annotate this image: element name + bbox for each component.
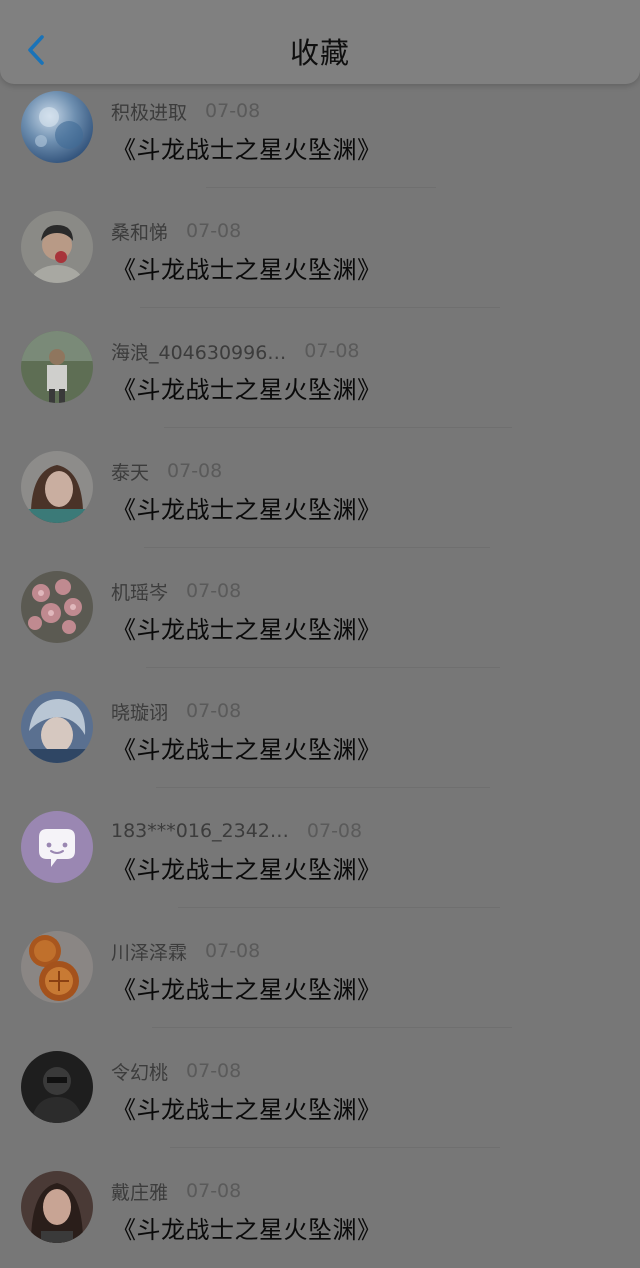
favorite-date: 07-08 <box>186 220 242 242</box>
top-navigation-bar: 收藏 <box>0 0 640 84</box>
favorite-date: 07-08 <box>205 100 261 122</box>
book-title[interactable]: 《斗龙战士之星火坠渊》 <box>112 250 382 285</box>
list-item[interactable]: 积极进取 07-08 《斗龙战士之星火坠渊》 <box>0 68 640 188</box>
avatar[interactable] <box>21 571 93 643</box>
item-meta: 积极进取 07-08 <box>111 97 260 125</box>
username: 183***016_2342… <box>111 820 289 842</box>
avatar[interactable] <box>21 211 93 283</box>
avatar[interactable] <box>21 691 93 763</box>
book-title[interactable]: 《斗龙战士之星火坠渊》 <box>112 1090 382 1125</box>
book-title[interactable]: 《斗龙战士之星火坠渊》 <box>112 130 382 165</box>
list-item[interactable]: 海浪_404630996… 07-08 《斗龙战士之星火坠渊》 <box>0 308 640 428</box>
book-title[interactable]: 《斗龙战士之星火坠渊》 <box>112 970 382 1005</box>
avatar[interactable] <box>21 451 93 523</box>
avatar[interactable] <box>21 91 93 163</box>
favorite-date: 07-08 <box>186 700 242 722</box>
username: 川泽泽霖 <box>111 941 188 964</box>
page-title: 收藏 <box>289 36 350 70</box>
list-item[interactable]: 戴庄雅 07-08 《斗龙战士之星火坠渊》 <box>0 1148 640 1268</box>
item-meta: 机瑶岑 07-08 <box>111 577 241 605</box>
favorite-date: 07-08 <box>167 460 223 482</box>
item-meta: 183***016_2342… 07-08 <box>111 817 362 845</box>
username: 桑和悌 <box>111 221 169 244</box>
favorite-date: 07-08 <box>186 1180 242 1202</box>
list-item[interactable]: 泰天 07-08 《斗龙战士之星火坠渊》 <box>0 428 640 548</box>
book-title[interactable]: 《斗龙战士之星火坠渊》 <box>112 850 382 885</box>
list-item[interactable]: 183***016_2342… 07-08 《斗龙战士之星火坠渊》 <box>0 788 640 908</box>
favorites-list: 积极进取 07-08 《斗龙战士之星火坠渊》 桑和悌 07-08 《斗龙战士之星火坠渊》海… <box>0 68 640 1268</box>
favorite-date: 07-08 <box>306 820 363 842</box>
avatar[interactable] <box>21 1051 93 1123</box>
username: 海浪_404630996… <box>111 341 287 364</box>
username: 令幻桃 <box>111 1061 169 1084</box>
username: 机瑶岑 <box>111 581 169 604</box>
favorite-date: 07-08 <box>186 1060 242 1082</box>
book-title[interactable]: 《斗龙战士之星火坠渊》 <box>112 730 382 765</box>
book-title[interactable]: 《斗龙战士之星火坠渊》 <box>112 610 382 645</box>
username: 晓璇诩 <box>111 701 169 724</box>
item-meta: 海浪_404630996… 07-08 <box>111 337 360 365</box>
list-item[interactable]: 川泽泽霖 07-08 《斗龙战士之星火坠渊》 <box>0 908 640 1028</box>
item-meta: 晓璇诩 07-08 <box>111 697 241 725</box>
username: 戴庄雅 <box>111 1181 169 1204</box>
list-item[interactable]: 令幻桃 07-08 《斗龙战士之星火坠渊》 <box>0 1028 640 1148</box>
favorite-date: 07-08 <box>205 940 261 962</box>
book-title[interactable]: 《斗龙战士之星火坠渊》 <box>112 370 382 405</box>
item-meta: 泰天 07-08 <box>111 457 222 485</box>
list-item[interactable]: 桑和悌 07-08 《斗龙战士之星火坠渊》 <box>0 188 640 308</box>
avatar[interactable] <box>21 811 93 883</box>
avatar[interactable] <box>21 931 93 1003</box>
favorite-date: 07-08 <box>304 340 360 362</box>
username: 积极进取 <box>111 101 188 124</box>
avatar[interactable] <box>21 331 93 403</box>
list-item[interactable]: 机瑶岑 07-08 《斗龙战士之星火坠渊》 <box>0 548 640 668</box>
item-meta: 桑和悌 07-08 <box>111 217 241 245</box>
favorite-date: 07-08 <box>186 580 242 602</box>
item-meta: 川泽泽霖 07-08 <box>111 937 260 965</box>
book-title[interactable]: 《斗龙战士之星火坠渊》 <box>112 1210 382 1245</box>
avatar[interactable] <box>21 1171 93 1243</box>
username: 泰天 <box>111 461 150 484</box>
item-meta: 戴庄雅 07-08 <box>111 1177 241 1205</box>
item-meta: 令幻桃 07-08 <box>111 1057 241 1085</box>
book-title[interactable]: 《斗龙战士之星火坠渊》 <box>112 490 382 525</box>
list-item[interactable]: 晓璇诩 07-08 《斗龙战士之星火坠渊》 <box>0 668 640 788</box>
